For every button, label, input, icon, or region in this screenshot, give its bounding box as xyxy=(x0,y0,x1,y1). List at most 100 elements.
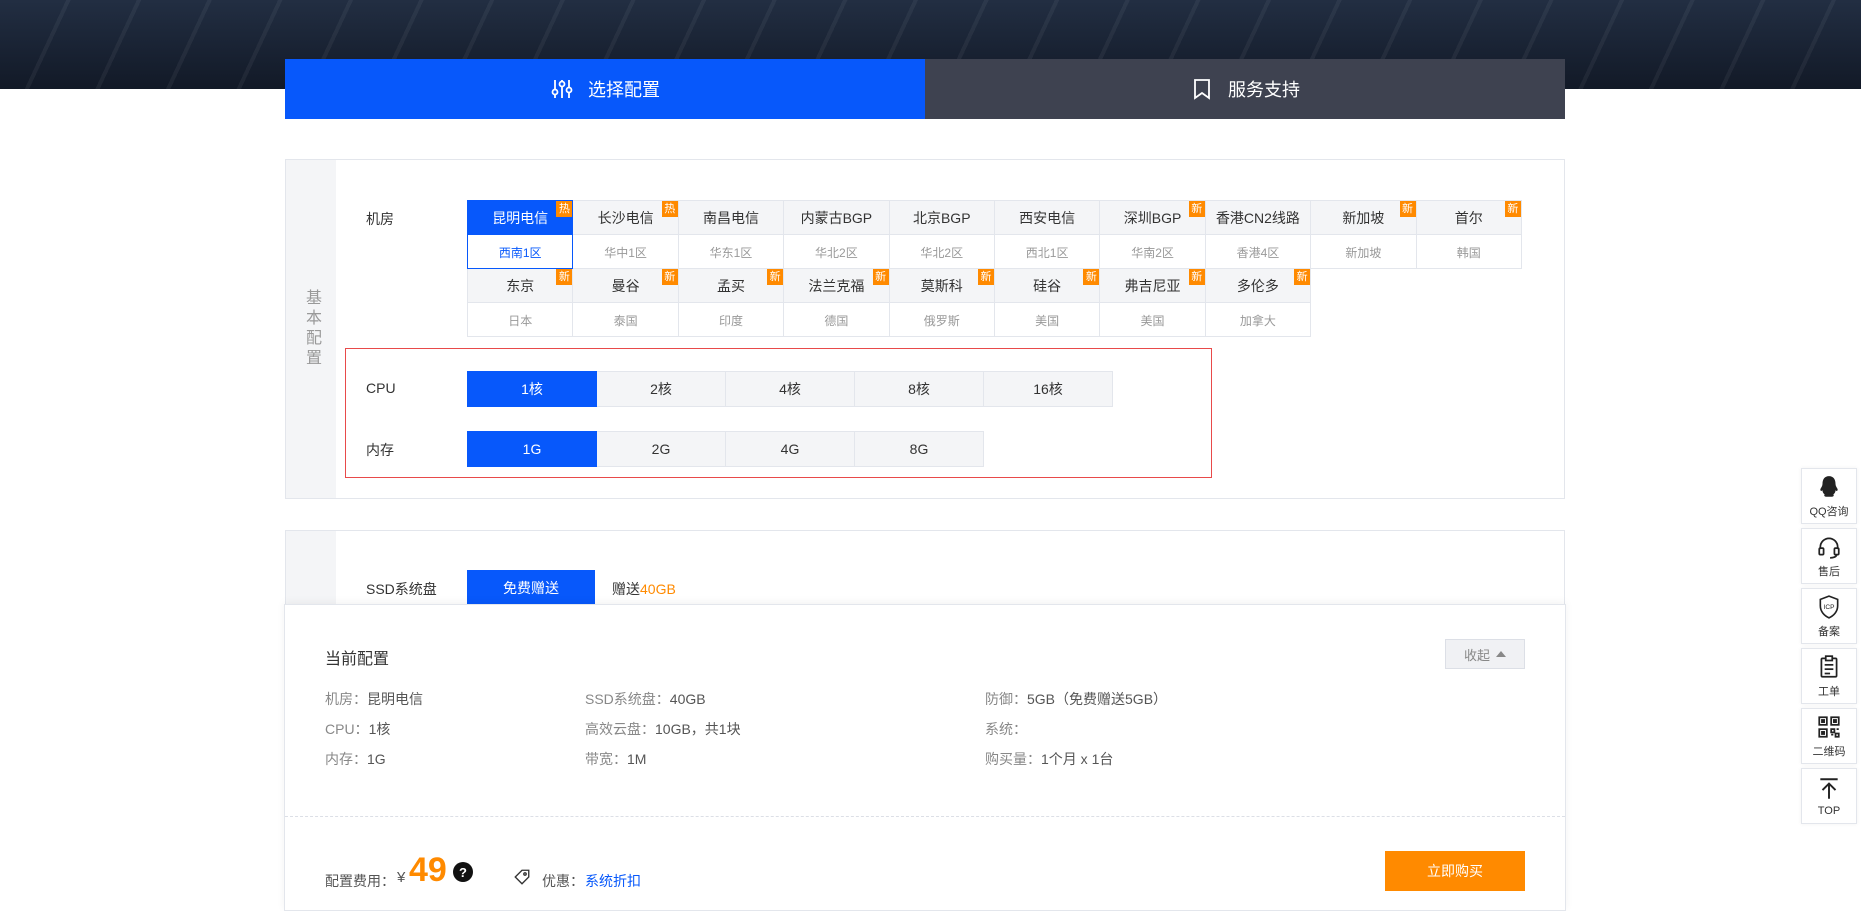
datacenter-zone: 新加坡 xyxy=(1345,245,1382,260)
spec-item: 购买量：1个月 x 1台 xyxy=(985,751,1114,767)
collapse-button[interactable]: 收起 xyxy=(1445,639,1525,669)
datacenter-zone: 日本 xyxy=(508,313,533,328)
datacenter-zone: 西北1区 xyxy=(1025,245,1069,260)
spec-item: 高效云盘：10GB，共1块 xyxy=(585,721,741,737)
bookmark-icon xyxy=(1194,79,1210,100)
memory-option[interactable]: 4G xyxy=(725,431,855,467)
cpu-option[interactable]: 1核 xyxy=(467,371,597,407)
basic-config-panel: 基本配置 机房 昆明电信 西南1区热长沙电信 华中1区热南昌电信 华东1区 内蒙古BGP… xyxy=(285,159,1565,499)
float-icp[interactable]: ICP 备案 xyxy=(1801,588,1857,644)
datacenter-zone: 华南2区 xyxy=(1131,245,1174,260)
new-badge: 新 xyxy=(767,269,784,285)
datacenter-option[interactable]: 硅谷 美国新 xyxy=(993,268,1101,337)
memory-option[interactable]: 1G xyxy=(467,431,597,467)
new-badge: 新 xyxy=(1504,201,1521,217)
fee-label: 配置费用： xyxy=(325,873,395,889)
icp-shield-icon: ICP xyxy=(1819,594,1839,619)
new-badge: 新 xyxy=(872,269,889,285)
promo-label: 优惠： xyxy=(542,873,584,889)
divider xyxy=(285,816,1565,817)
float-ticket[interactable]: 工单 xyxy=(1801,648,1857,704)
float-qrcode[interactable]: 二维码 xyxy=(1801,708,1857,764)
new-badge: 新 xyxy=(977,269,994,285)
arrow-top-icon xyxy=(1820,777,1838,799)
hot-badge: 热 xyxy=(556,201,573,217)
spec-item: 带宽：1M xyxy=(585,751,647,767)
datacenter-name: 内蒙古BGP xyxy=(784,201,889,235)
datacenter-grid: 昆明电信 西南1区热长沙电信 华中1区热南昌电信 华东1区 内蒙古BGP 华北2区 北京BG… xyxy=(467,200,1531,337)
cpu-option[interactable]: 8核 xyxy=(854,371,984,407)
datacenter-zone: 德国 xyxy=(824,313,849,328)
datacenter-zone: 华东1区 xyxy=(709,245,753,260)
float-after-sales[interactable]: 售后 xyxy=(1801,528,1857,584)
datacenter-option[interactable]: 香港CN2线路 香港4区 xyxy=(1204,200,1312,269)
buy-now-button[interactable]: 立即购买 xyxy=(1385,851,1525,891)
datacenter-option[interactable]: 多伦多 加拿大新 xyxy=(1204,268,1312,337)
tab-select-config[interactable]: 选择配置 xyxy=(285,59,925,119)
new-badge: 新 xyxy=(1399,201,1416,217)
ssd-gift-text: 赠送40GB xyxy=(612,581,676,597)
datacenter-option[interactable]: 新加坡 新加坡新 xyxy=(1310,200,1417,269)
new-badge: 新 xyxy=(556,269,573,285)
datacenter-zone: 华北2区 xyxy=(815,245,858,260)
ssd-free-button[interactable]: 免费赠送 xyxy=(467,570,595,606)
spec-item: 机房：昆明电信 xyxy=(325,691,423,707)
datacenter-row: 东京 日本新曼谷 泰国新孟买 印度新法兰克福 德国新莫斯科 俄罗斯新硅谷 美国新弗吉尼亚 美国… xyxy=(467,268,1531,337)
main-tabs: 选择配置 服务支持 xyxy=(285,59,1565,119)
floating-sidebar: QQ咨询 售后 ICP 备案 工单 二维码 TOP xyxy=(1801,468,1857,828)
config-title: 当前配置 xyxy=(325,651,390,668)
datacenter-option[interactable]: 弗吉尼亚 美国新 xyxy=(1099,268,1206,337)
datacenter-option[interactable]: 曼谷 泰国新 xyxy=(572,268,679,337)
spec-item: 内存：1G xyxy=(325,751,386,767)
datacenter-label: 机房 xyxy=(366,211,394,227)
new-badge: 新 xyxy=(1188,269,1205,285)
datacenter-option[interactable]: 西安电信西北1区 xyxy=(993,200,1101,269)
cpu-option[interactable]: 4核 xyxy=(725,371,855,407)
datacenter-name: 香港CN2线路 xyxy=(1205,201,1311,235)
sliders-icon xyxy=(551,80,573,98)
help-icon[interactable]: ? xyxy=(453,862,473,882)
tag-icon xyxy=(514,869,530,885)
datacenter-option[interactable]: 孟买 印度新 xyxy=(677,268,785,337)
datacenter-option[interactable]: 东京 日本新 xyxy=(467,268,574,337)
datacenter-name: 南昌电信 xyxy=(678,201,784,235)
qq-icon xyxy=(1820,475,1838,497)
datacenter-option[interactable]: 首尔 韩国新 xyxy=(1415,200,1522,269)
cpu-option[interactable]: 2核 xyxy=(596,371,726,407)
memory-option[interactable]: 8G xyxy=(854,431,984,467)
fee-amount: 49 xyxy=(409,851,447,889)
datacenter-name: 西安电信 xyxy=(994,201,1100,235)
cpu-label: CPU xyxy=(366,380,396,396)
memory-label: 内存 xyxy=(366,442,394,458)
promo-link[interactable]: 系统折扣 xyxy=(585,871,641,891)
datacenter-zone: 印度 xyxy=(718,313,743,328)
datacenter-option[interactable]: 内蒙古BGP 华北2区 xyxy=(783,200,890,269)
datacenter-option[interactable]: 深圳BGP 华南2区新 xyxy=(1099,200,1206,269)
datacenter-zone: 泰国 xyxy=(613,313,638,328)
datacenter-row: 昆明电信 西南1区热长沙电信 华中1区热南昌电信 华东1区 内蒙古BGP 华北2区 北京BG… xyxy=(467,200,1531,269)
datacenter-option[interactable]: 莫斯科 俄罗斯新 xyxy=(888,268,995,337)
tab-label: 服务支持 xyxy=(1228,80,1300,100)
spec-item: 系统： xyxy=(985,721,1027,737)
float-qq[interactable]: QQ咨询 xyxy=(1801,468,1857,524)
new-badge: 新 xyxy=(661,269,678,285)
datacenter-zone: 俄罗斯 xyxy=(923,313,960,328)
float-top[interactable]: TOP xyxy=(1801,768,1857,824)
datacenter-option[interactable]: 南昌电信华东1区 xyxy=(677,200,785,269)
ssd-label: SSD系统盘 xyxy=(366,581,437,597)
new-badge: 新 xyxy=(1294,269,1311,285)
memory-option[interactable]: 2G xyxy=(596,431,726,467)
datacenter-option[interactable]: 长沙电信 华中1区热 xyxy=(572,200,679,269)
datacenter-zone: 美国 xyxy=(1140,313,1165,328)
tab-service-support[interactable]: 服务支持 xyxy=(925,59,1565,119)
cpu-option[interactable]: 16核 xyxy=(983,371,1113,407)
datacenter-zone: 韩国 xyxy=(1456,245,1481,260)
datacenter-option[interactable]: 昆明电信 西南1区热 xyxy=(467,200,574,269)
datacenter-zone: 美国 xyxy=(1035,313,1060,328)
datacenter-option[interactable]: 北京BGP 华北2区 xyxy=(888,200,995,269)
cpu-options: 1核 2核 4核 8核 16核 xyxy=(467,371,1113,407)
datacenter-zone: 西南1区 xyxy=(498,245,542,260)
datacenter-zone: 华北2区 xyxy=(920,245,964,260)
datacenter-option[interactable]: 法兰克福 德国新 xyxy=(783,268,890,337)
memory-options: 1G 2G 4G 8G xyxy=(467,431,984,467)
